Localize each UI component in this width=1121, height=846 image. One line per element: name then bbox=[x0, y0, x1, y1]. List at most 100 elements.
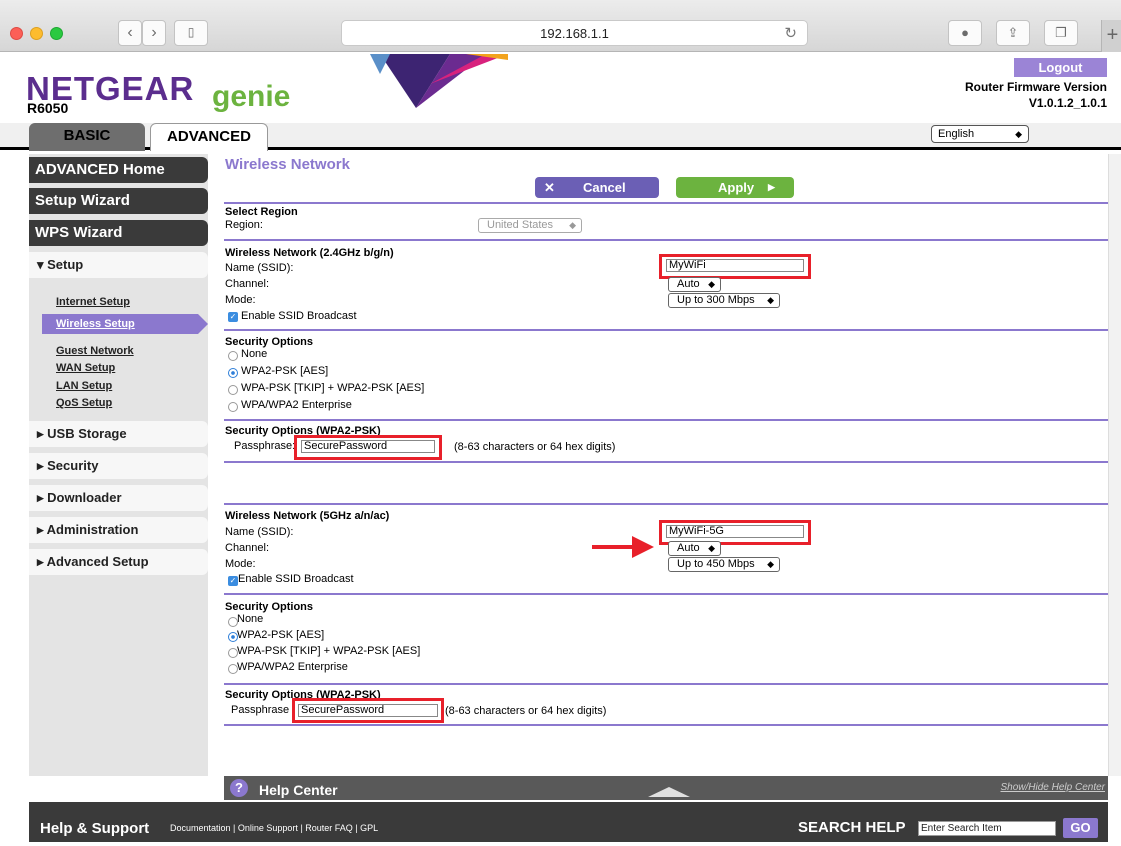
wifi24-mode-label: Mode: bbox=[225, 294, 256, 306]
section-divider bbox=[224, 239, 1108, 241]
section-divider bbox=[224, 461, 1108, 463]
section-divider bbox=[224, 419, 1108, 421]
annotation-arrow bbox=[592, 545, 636, 549]
tabs-icon: ❐ bbox=[1055, 25, 1067, 40]
sidebar-item-security[interactable]: ▸ Security bbox=[29, 453, 208, 479]
security5-none-label: None bbox=[237, 613, 264, 625]
new-tab-button[interactable]: + bbox=[1101, 20, 1121, 52]
back-button[interactable]: ‹ bbox=[118, 20, 142, 46]
search-help-input[interactable]: Enter Search Item bbox=[918, 821, 1056, 836]
wifi24-mode-value: Up to 300 Mbps bbox=[677, 294, 755, 306]
wifi5-heading: Wireless Network (5GHz a/n/ac) bbox=[225, 510, 390, 522]
section-divider bbox=[224, 724, 1108, 726]
apply-button[interactable]: Apply ▶ bbox=[676, 177, 794, 198]
reload-icon[interactable]: ↻ bbox=[784, 21, 797, 46]
logout-button[interactable]: Logout bbox=[1014, 58, 1107, 77]
annotation-box bbox=[292, 698, 444, 723]
wifi5-channel-label: Channel: bbox=[225, 542, 270, 554]
footer-link-online-support[interactable]: Online Support bbox=[238, 823, 298, 833]
forward-button[interactable]: › bbox=[142, 20, 166, 46]
wifi5-channel-select[interactable]: Auto ◆ bbox=[668, 541, 721, 556]
sidebar-item-wan-setup[interactable]: WAN Setup bbox=[56, 362, 115, 374]
arrow-right-icon bbox=[632, 536, 654, 558]
security24-mixed-radio[interactable] bbox=[228, 385, 238, 395]
zoom-window-button[interactable] bbox=[50, 27, 63, 40]
sidebar-icon: ▯ bbox=[187, 25, 195, 39]
sidebar-item-guest-network[interactable]: Guest Network bbox=[56, 345, 134, 357]
tab-advanced[interactable]: ADVANCED bbox=[150, 123, 268, 151]
wifi5-channel-value: Auto bbox=[677, 542, 700, 554]
footer-links: Documentation | Online Support | Router … bbox=[170, 823, 379, 833]
select-arrows-icon: ◆ bbox=[708, 543, 715, 553]
router-model: R6050 bbox=[27, 100, 69, 116]
sidebar-item-administration[interactable]: ▸ Administration bbox=[29, 517, 208, 543]
wifi24-broadcast-checkbox[interactable]: ✓ bbox=[228, 312, 238, 322]
minimize-window-button[interactable] bbox=[30, 27, 43, 40]
wifi5-name-label: Name (SSID): bbox=[225, 526, 294, 538]
sidebar-item-wps-wizard[interactable]: WPS Wizard bbox=[29, 220, 208, 246]
sidebar-item-setup[interactable]: ▾ Setup bbox=[29, 252, 208, 278]
security24-wpa2-radio[interactable] bbox=[228, 368, 238, 378]
wifi24-broadcast-label: Enable SSID Broadcast bbox=[241, 310, 357, 322]
wifi24-channel-select[interactable]: Auto ◆ bbox=[668, 277, 721, 292]
wifi5-broadcast-checkbox[interactable]: ✓ bbox=[228, 576, 238, 586]
select-arrows-icon: ◆ bbox=[569, 220, 576, 230]
wifi5-mode-value: Up to 450 Mbps bbox=[677, 558, 755, 570]
search-go-button[interactable]: GO bbox=[1063, 818, 1098, 838]
address-bar[interactable]: 192.168.1.1 ↻ bbox=[341, 20, 808, 46]
close-icon: ✕ bbox=[544, 180, 555, 195]
select-arrows-icon: ◆ bbox=[767, 295, 774, 305]
security5-enterprise-label: WPA/WPA2 Enterprise bbox=[237, 661, 348, 673]
section-divider bbox=[224, 202, 1108, 204]
footer-link-documentation[interactable]: Documentation bbox=[170, 823, 231, 833]
sidebar-toggle-button[interactable]: ▯ bbox=[174, 20, 208, 46]
sidebar-item-advanced-home[interactable]: ADVANCED Home bbox=[29, 157, 208, 183]
sidebar-item-qos-setup[interactable]: QoS Setup bbox=[56, 397, 112, 409]
tabs-overview-button[interactable]: ❐ bbox=[1044, 20, 1078, 46]
wifi24-heading: Wireless Network (2.4GHz b/g/n) bbox=[225, 247, 394, 259]
wifi24-name-label: Name (SSID): bbox=[225, 262, 294, 274]
play-icon: ▶ bbox=[768, 182, 775, 192]
wifi24-channel-label: Channel: bbox=[225, 278, 270, 290]
region-heading: Select Region bbox=[225, 206, 298, 218]
cancel-button[interactable]: ✕ Cancel bbox=[535, 177, 659, 198]
share-button[interactable]: ⇪ bbox=[996, 20, 1030, 46]
downloads-button[interactable]: ● bbox=[948, 20, 982, 46]
firmware-version: V1.0.1.2_1.0.1 bbox=[1028, 96, 1107, 110]
sidebar-item-internet-setup[interactable]: Internet Setup bbox=[56, 296, 130, 308]
sidebar-item-advanced-setup[interactable]: ▸ Advanced Setup bbox=[29, 549, 208, 575]
pass24-label: Passphrase: bbox=[234, 440, 296, 452]
footer-link-gpl[interactable]: GPL bbox=[360, 823, 378, 833]
annotation-box bbox=[294, 435, 442, 460]
sidebar-item-setup-wizard[interactable]: Setup Wizard bbox=[29, 188, 208, 214]
wifi5-mode-select[interactable]: Up to 450 Mbps ◆ bbox=[668, 557, 780, 572]
region-label: Region: bbox=[225, 219, 263, 231]
language-select[interactable]: English ◆ bbox=[931, 125, 1029, 143]
security24-enterprise-radio[interactable] bbox=[228, 402, 238, 412]
section-divider bbox=[224, 593, 1108, 595]
help-center-title: Help Center bbox=[259, 782, 338, 798]
security24-heading: Security Options bbox=[225, 336, 314, 348]
scrollbar[interactable] bbox=[1108, 154, 1121, 776]
close-window-button[interactable] bbox=[10, 27, 23, 40]
footer-title: Help & Support bbox=[40, 820, 150, 837]
security5-heading: Security Options bbox=[225, 601, 314, 613]
security24-none-radio[interactable] bbox=[228, 351, 238, 361]
select-arrows-icon: ◆ bbox=[1015, 129, 1022, 139]
genie-logo: genie bbox=[212, 80, 291, 113]
sidebar-item-lan-setup[interactable]: LAN Setup bbox=[56, 380, 112, 392]
wifi24-mode-select[interactable]: Up to 300 Mbps ◆ bbox=[668, 293, 780, 308]
security24-none-label: None bbox=[241, 348, 268, 360]
show-hide-help-link[interactable]: Show/Hide Help Center bbox=[1001, 782, 1106, 793]
sidebar-item-wireless-setup[interactable]: Wireless Setup bbox=[42, 314, 198, 334]
sidebar-item-usb-storage[interactable]: ▸ USB Storage bbox=[29, 421, 208, 447]
sidebar-item-downloader[interactable]: ▸ Downloader bbox=[29, 485, 208, 511]
select-arrows-icon: ◆ bbox=[708, 279, 715, 289]
security24-enterprise-label: WPA/WPA2 Enterprise bbox=[241, 399, 352, 411]
footer-link-router-faq[interactable]: Router FAQ bbox=[305, 823, 353, 833]
tab-basic[interactable]: BASIC bbox=[29, 123, 145, 151]
firmware-label: Router Firmware Version bbox=[964, 80, 1107, 94]
security24-mixed-label: WPA-PSK [TKIP] + WPA2-PSK [AES] bbox=[241, 382, 425, 394]
expand-up-icon[interactable] bbox=[648, 787, 690, 797]
pass5-label: Passphrase bbox=[231, 704, 290, 716]
